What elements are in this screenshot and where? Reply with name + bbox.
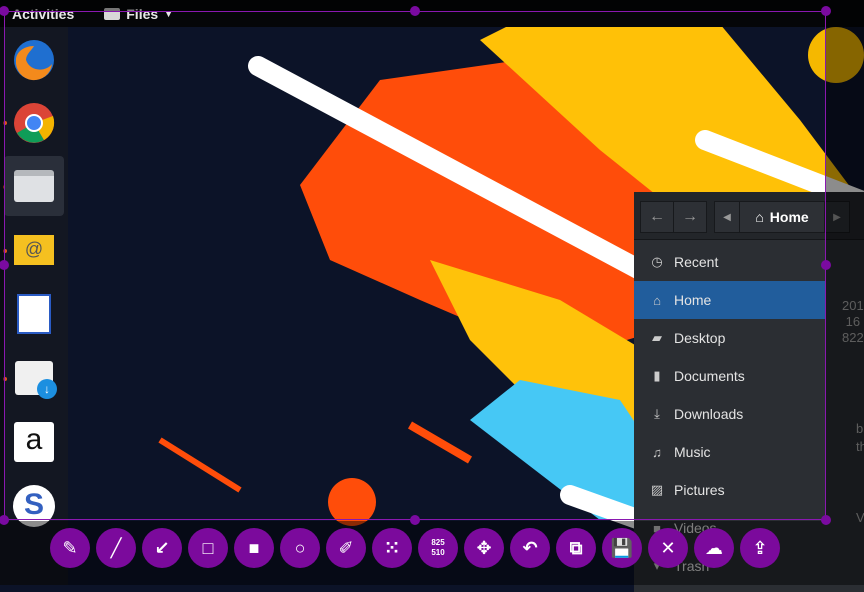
line-icon: ╱ bbox=[110, 537, 122, 558]
selection-rectangle[interactable] bbox=[4, 11, 826, 520]
file-label: b bbox=[856, 421, 864, 436]
marker-button[interactable]: ✐ bbox=[326, 528, 366, 568]
file-label: th bbox=[856, 439, 864, 454]
save-button[interactable]: 💾 bbox=[602, 528, 642, 568]
size-button[interactable]: 825 510 bbox=[418, 528, 458, 568]
copy-button[interactable]: ⧉ bbox=[556, 528, 596, 568]
close-icon: ✕ bbox=[660, 537, 676, 558]
pencil-icon: ✎ bbox=[62, 537, 78, 558]
file-label: 201 bbox=[842, 298, 864, 313]
circle-button[interactable]: ○ bbox=[280, 528, 320, 568]
selection-size: 825 510 bbox=[431, 538, 445, 557]
resize-handle[interactable] bbox=[821, 6, 831, 16]
blur-button[interactable]: ⁙ bbox=[372, 528, 412, 568]
circle-icon: ○ bbox=[294, 537, 306, 558]
file-item-partial[interactable]: b th bbox=[856, 420, 864, 456]
arrow-icon: ↙ bbox=[154, 537, 170, 558]
marker-icon: ✐ bbox=[338, 537, 354, 558]
path-right-button[interactable]: ▶ bbox=[824, 201, 850, 233]
upload-icon: ☁ bbox=[705, 537, 723, 558]
file-label: 16 bbox=[845, 314, 861, 329]
save-icon: 💾 bbox=[610, 537, 634, 558]
file-item-partial[interactable]: 201 16 822 bbox=[842, 298, 864, 346]
resize-handle[interactable] bbox=[821, 260, 831, 270]
blur-icon: ⁙ bbox=[384, 537, 400, 558]
undo-button[interactable]: ↶ bbox=[510, 528, 550, 568]
move-icon: ✥ bbox=[476, 537, 492, 558]
resize-handle[interactable] bbox=[821, 515, 831, 525]
resize-handle[interactable] bbox=[410, 515, 420, 525]
move-button[interactable]: ✥ bbox=[464, 528, 504, 568]
rectangle-icon: □ bbox=[202, 537, 214, 558]
filled-rectangle-button[interactable]: ■ bbox=[234, 528, 274, 568]
filled-rectangle-icon: ■ bbox=[248, 537, 260, 558]
copy-icon: ⧉ bbox=[569, 537, 583, 558]
rectangle-button[interactable]: □ bbox=[188, 528, 228, 568]
open-app-icon: ⇪ bbox=[752, 537, 768, 558]
file-label: V bbox=[856, 510, 864, 525]
line-button[interactable]: ╱ bbox=[96, 528, 136, 568]
pencil-button[interactable]: ✎ bbox=[50, 528, 90, 568]
upload-button[interactable]: ☁ bbox=[694, 528, 734, 568]
file-label: 822 bbox=[842, 330, 864, 345]
open-app-button[interactable]: ⇪ bbox=[740, 528, 780, 568]
arrow-button[interactable]: ↙ bbox=[142, 528, 182, 568]
resize-handle[interactable] bbox=[410, 6, 420, 16]
undo-icon: ↶ bbox=[522, 537, 538, 558]
close-button[interactable]: ✕ bbox=[648, 528, 688, 568]
